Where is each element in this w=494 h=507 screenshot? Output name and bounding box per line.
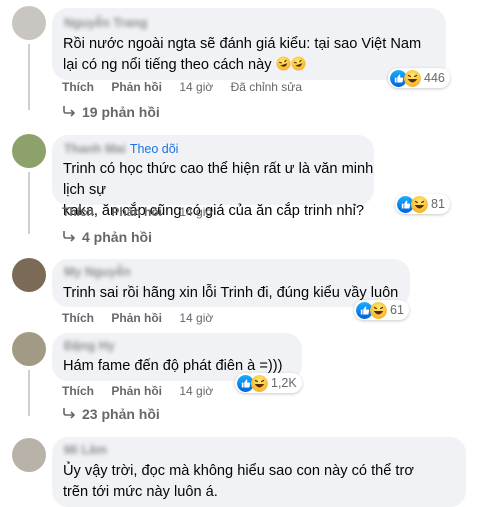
timestamp[interactable]: 14 giờ: [179, 384, 213, 398]
comment-5: Mi Lâm Ủy vậy trời, đọc mà không hiểu sa…: [0, 434, 494, 507]
comment-actions: Thích Phản hồi 14 giờ: [62, 311, 227, 325]
like-button[interactable]: Thích: [62, 80, 94, 94]
view-replies-link[interactable]: 19 phản hồi: [62, 104, 160, 120]
reaction-summary[interactable]: 446: [388, 68, 450, 88]
avatar[interactable]: [12, 438, 46, 472]
comment-4: Đặng Hy Hám fame đến độ phát điên à =)))…: [0, 330, 494, 430]
comment-actions: Thích Phản hồi 14 giờ: [62, 205, 227, 219]
reaction-summary[interactable]: 1,2K: [235, 373, 302, 393]
thread-line: [28, 172, 30, 234]
haha-icon: [370, 301, 387, 319]
avatar[interactable]: [12, 134, 46, 168]
like-button[interactable]: Thích: [62, 311, 94, 325]
haha-icon: [411, 195, 428, 213]
comment-text: Rồi nước ngoài ngta sẽ đánh giá kiểu: tạ…: [63, 36, 422, 73]
comment-text: Ủy vậy trời, đọc mà không hiểu sao con n…: [63, 463, 414, 500]
edited-label: Đã chỉnh sửa: [230, 80, 302, 94]
reply-button[interactable]: Phản hồi: [111, 311, 162, 325]
comment-bubble: Nguyễn Trang Rồi nước ngoài ngta sẽ đánh…: [52, 8, 446, 80]
reaction-summary[interactable]: 61: [354, 300, 409, 320]
comment-author[interactable]: Thanh Mai: [64, 142, 126, 156]
reaction-count: 61: [390, 303, 404, 317]
reply-button[interactable]: Phản hồi: [111, 384, 162, 398]
reaction-count: 1,2K: [271, 376, 297, 390]
comment-author[interactable]: Mi Lâm: [64, 443, 107, 457]
like-button[interactable]: Thích: [62, 384, 94, 398]
reaction-count: 446: [424, 71, 445, 85]
view-replies-link[interactable]: 4 phản hồi: [62, 229, 152, 245]
follow-link[interactable]: Theo dõi: [130, 142, 179, 156]
avatar[interactable]: [12, 332, 46, 366]
reaction-summary[interactable]: 81: [395, 194, 450, 214]
avatar[interactable]: [12, 6, 46, 40]
comment-bubble: Mi Lâm Ủy vậy trời, đọc mà không hiểu sa…: [52, 437, 466, 507]
haha-icon: [251, 374, 268, 392]
view-replies-link[interactable]: 23 phản hồi: [62, 406, 160, 422]
thread-line: [28, 44, 30, 110]
comment-3: My Nguyễn Trinh sai rồi hãng xin lỗi Tri…: [0, 256, 494, 328]
comment-2: Thanh Mai Theo dõi Trinh có học thức cao …: [0, 128, 494, 250]
comment-text: Trinh sai rồi hãng xin lỗi Trinh đi, đún…: [63, 285, 399, 301]
timestamp[interactable]: 14 giờ: [179, 205, 213, 219]
reply-arrow-icon: [63, 106, 76, 117]
reply-arrow-icon: [63, 231, 76, 242]
laughing-emoji-icon: [291, 56, 306, 71]
comment-author[interactable]: My Nguyễn: [64, 265, 131, 279]
comment-bubble: Thanh Mai Theo dõi Trinh có học thức cao …: [52, 135, 374, 219]
timestamp[interactable]: 14 giờ: [179, 311, 213, 325]
reply-button[interactable]: Phản hồi: [111, 80, 162, 94]
haha-icon: [404, 69, 421, 87]
comment-bubble: My Nguyễn Trinh sai rồi hãng xin lỗi Tri…: [52, 259, 410, 307]
like-button[interactable]: Thích: [62, 205, 94, 219]
comment-actions: Thích Phản hồi 14 giờ: [62, 384, 227, 398]
avatar[interactable]: [12, 258, 46, 292]
reply-arrow-icon: [63, 408, 76, 419]
comment-1: Nguyễn Trang Rồi nước ngoài ngta sẽ đánh…: [0, 0, 494, 125]
reply-button[interactable]: Phản hồi: [111, 205, 162, 219]
comment-author[interactable]: Nguyễn Trang: [64, 16, 147, 30]
comment-author[interactable]: Đặng Hy: [64, 339, 115, 353]
thread-line: [28, 370, 30, 416]
comment-actions: Thích Phản hồi 14 giờ Đã chỉnh sửa: [62, 80, 302, 94]
timestamp[interactable]: 14 giờ: [179, 80, 213, 94]
reaction-count: 81: [431, 197, 445, 211]
laughing-emoji-icon: [276, 56, 291, 71]
